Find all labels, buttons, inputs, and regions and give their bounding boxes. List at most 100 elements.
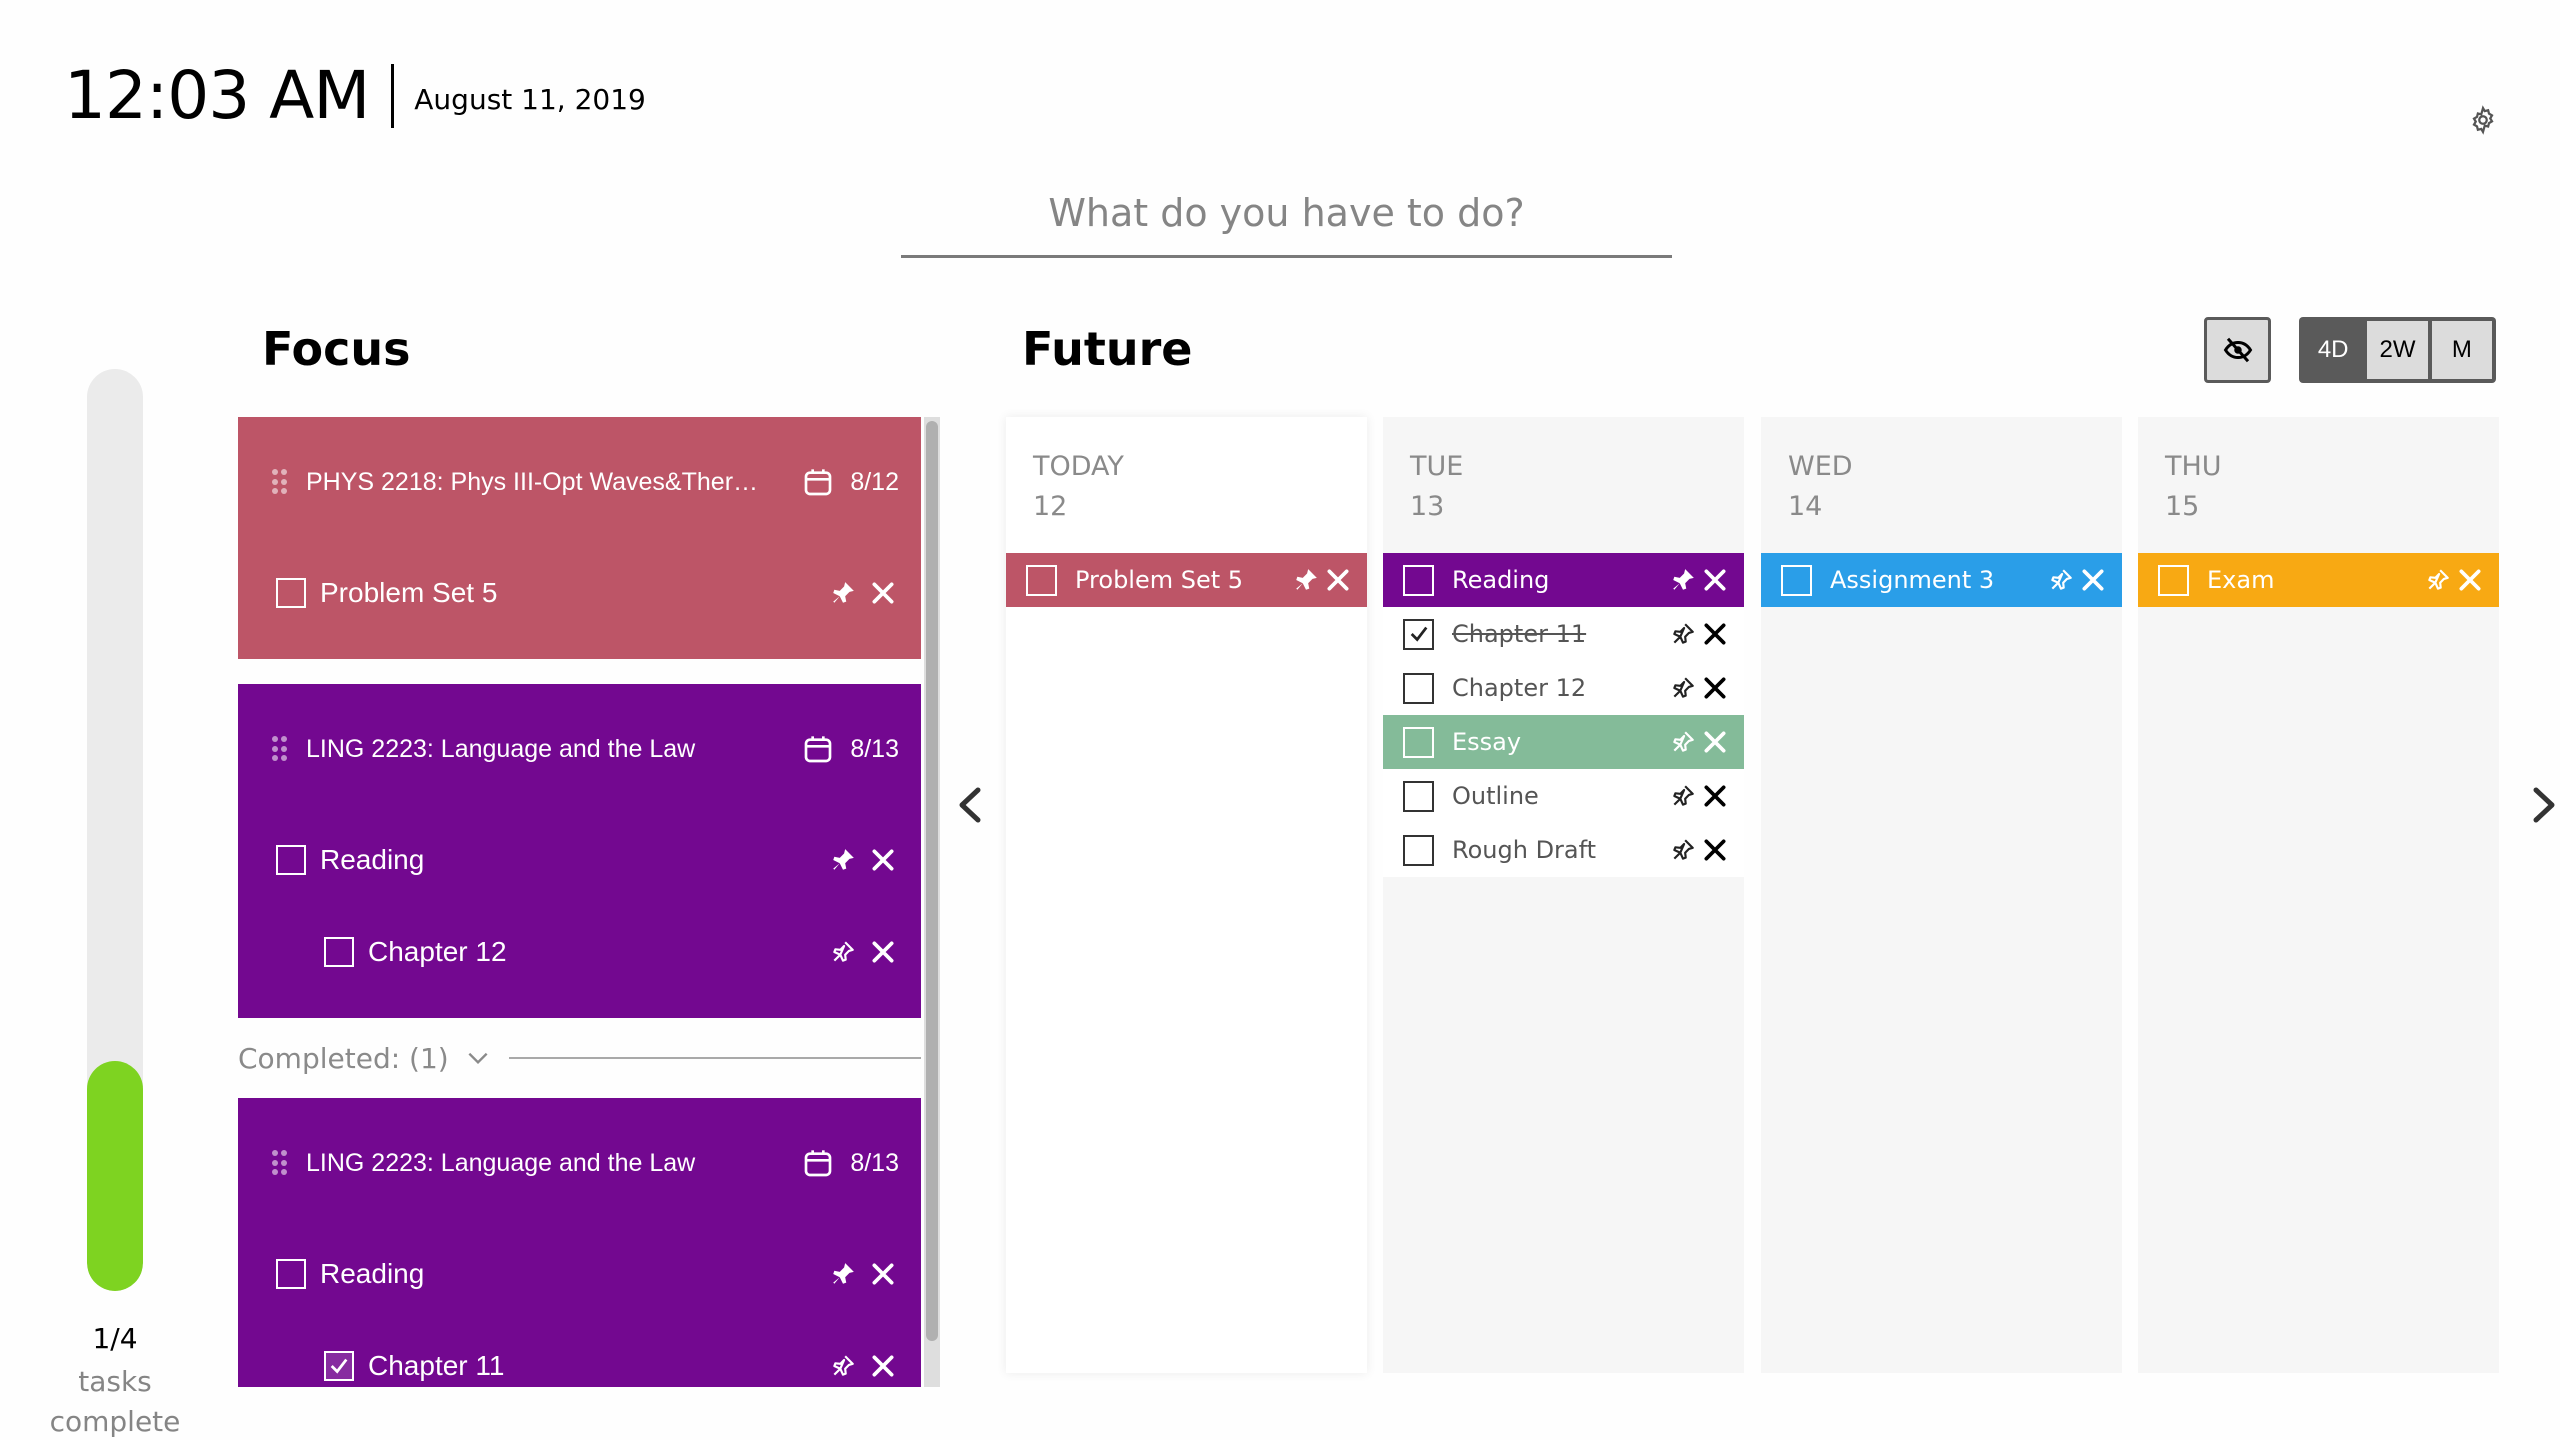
pin-button[interactable] xyxy=(1668,780,1698,812)
day-header: THU 15 xyxy=(2138,417,2499,553)
day-name: WED xyxy=(1788,451,1853,482)
course-card-header: LING 2223: Language and the Law 8/13 xyxy=(238,684,921,814)
day-header: TUE 13 xyxy=(1383,417,1744,553)
task-checkbox[interactable] xyxy=(1403,780,1434,812)
remove-task-button[interactable] xyxy=(1700,780,1730,812)
future-task: Rough Draft xyxy=(1383,823,1744,877)
subtask-row: Chapter 11 xyxy=(238,1320,921,1387)
completed-section-toggle[interactable]: Completed: (1) xyxy=(238,1018,921,1098)
pin-outline-icon xyxy=(1673,839,1694,860)
day-column-thu: THU 15 Exam xyxy=(2138,417,2499,1373)
pin-button[interactable] xyxy=(1291,564,1321,596)
drag-handle-icon[interactable] xyxy=(272,736,287,762)
task-row: Reading xyxy=(238,1228,921,1320)
focus-scrollbar[interactable] xyxy=(924,417,940,1387)
day-name: TUE xyxy=(1410,451,1464,482)
pin-button[interactable] xyxy=(827,936,859,968)
task-checkbox[interactable] xyxy=(1403,618,1434,650)
pin-button[interactable] xyxy=(827,577,859,609)
remove-task-button[interactable] xyxy=(867,577,899,609)
future-task: Reading xyxy=(1383,553,1744,607)
view-option-4d[interactable]: 4D xyxy=(2303,321,2364,379)
task-checkbox[interactable] xyxy=(276,578,306,608)
remove-task-button[interactable] xyxy=(2078,564,2108,596)
task-label: Exam xyxy=(2207,566,2275,594)
future-task: Outline xyxy=(1383,769,1744,823)
subtask-row: Chapter 12 xyxy=(238,906,921,998)
remove-task-button[interactable] xyxy=(1700,564,1730,596)
task-checkbox[interactable] xyxy=(324,1351,354,1381)
task-checkbox[interactable] xyxy=(324,937,354,967)
remove-task-button[interactable] xyxy=(867,936,899,968)
remove-task-button[interactable] xyxy=(1700,618,1730,650)
close-icon xyxy=(1704,731,1726,753)
task-checkbox[interactable] xyxy=(1403,672,1434,704)
future-task: Exam xyxy=(2138,553,2499,607)
day-task-list: Reading Chapter 11 Chapter 12 Essay Outline R… xyxy=(1383,553,1744,877)
close-icon xyxy=(1704,785,1726,807)
scrollbar-thumb[interactable] xyxy=(926,421,938,1341)
task-checkbox[interactable] xyxy=(1403,564,1434,596)
future-task: Assignment 3 xyxy=(1761,553,2122,607)
pin-button[interactable] xyxy=(827,1258,859,1290)
task-checkbox[interactable] xyxy=(1403,834,1434,866)
remove-task-button[interactable] xyxy=(1700,672,1730,704)
next-days-button[interactable] xyxy=(2528,780,2560,830)
task-checkbox[interactable] xyxy=(276,845,306,875)
day-name: THU xyxy=(2165,451,2222,482)
calendar-icon xyxy=(804,1150,832,1177)
task-checkbox[interactable] xyxy=(1781,564,1812,596)
pin-button[interactable] xyxy=(1668,672,1698,704)
course-card: LING 2223: Language and the Law 8/13 Readi… xyxy=(238,1098,921,1387)
chevron-left-icon xyxy=(959,787,981,823)
remove-task-button[interactable] xyxy=(2455,564,2485,596)
remove-task-button[interactable] xyxy=(867,1258,899,1290)
pin-icon xyxy=(833,1263,854,1284)
task-checkbox[interactable] xyxy=(1026,564,1057,596)
pin-button[interactable] xyxy=(827,844,859,876)
remove-task-button[interactable] xyxy=(1700,726,1730,758)
view-option-m[interactable]: M xyxy=(2431,321,2492,379)
current-date: August 11, 2019 xyxy=(414,82,646,116)
task-label: Problem Set 5 xyxy=(1075,566,1244,594)
pin-button[interactable] xyxy=(1668,834,1698,866)
divider-line xyxy=(508,1057,921,1059)
day-name: TODAY xyxy=(1033,451,1124,482)
drag-handle-icon[interactable] xyxy=(272,1150,287,1176)
remove-task-button[interactable] xyxy=(867,844,899,876)
due-date-button[interactable] xyxy=(802,733,834,765)
course-card: PHYS 2218: Phys III-Opt Waves&Therm... 8/… xyxy=(238,417,921,659)
due-date-button[interactable] xyxy=(802,1147,834,1179)
task-checkbox[interactable] xyxy=(1403,726,1434,758)
pin-button[interactable] xyxy=(1668,726,1698,758)
pin-button[interactable] xyxy=(1668,618,1698,650)
day-column-wed: WED 14 Assignment 3 xyxy=(1761,417,2122,1373)
task-checkbox[interactable] xyxy=(2158,564,2189,596)
settings-button[interactable] xyxy=(2468,105,2498,135)
day-number: 13 xyxy=(1410,491,1445,522)
hide-completed-button[interactable] xyxy=(2204,317,2271,383)
view-option-2w[interactable]: 2W xyxy=(2367,321,2428,379)
close-icon xyxy=(1704,839,1726,861)
remove-task-button[interactable] xyxy=(867,1350,899,1382)
new-task-input[interactable] xyxy=(901,170,1672,258)
clock: 12:03 AM August 11, 2019 xyxy=(64,60,646,132)
pin-button[interactable] xyxy=(1668,564,1698,596)
progress-label: tasks complete xyxy=(49,1365,181,1438)
task-row: Problem Set 5 xyxy=(238,547,921,639)
pin-button[interactable] xyxy=(2423,564,2453,596)
due-date-button[interactable] xyxy=(802,466,834,498)
chevron-down-icon[interactable] xyxy=(465,1045,491,1071)
course-card: LING 2223: Language and the Law 8/13 Readi… xyxy=(238,684,921,1018)
task-label: Outline xyxy=(1452,782,1539,810)
calendar-icon xyxy=(804,736,832,763)
close-icon xyxy=(1327,569,1349,591)
close-icon xyxy=(872,1355,894,1377)
prev-days-button[interactable] xyxy=(952,780,986,830)
remove-task-button[interactable] xyxy=(1700,834,1730,866)
task-checkbox[interactable] xyxy=(276,1259,306,1289)
remove-task-button[interactable] xyxy=(1323,564,1353,596)
pin-button[interactable] xyxy=(2046,564,2076,596)
pin-button[interactable] xyxy=(827,1350,859,1382)
drag-handle-icon[interactable] xyxy=(272,469,287,495)
